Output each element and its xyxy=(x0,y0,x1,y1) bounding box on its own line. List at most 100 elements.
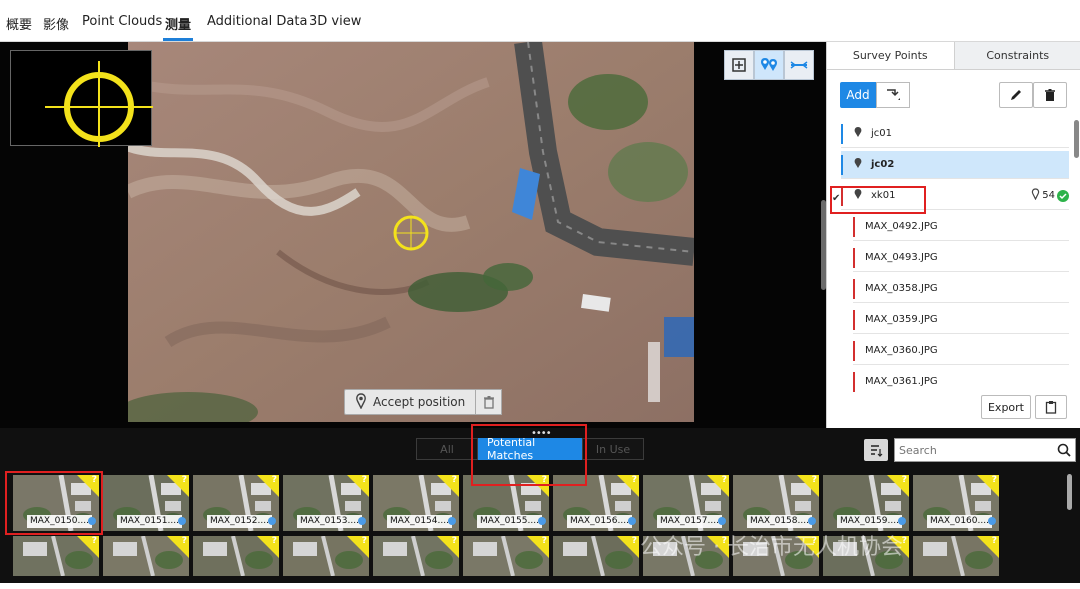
pin-icon xyxy=(718,517,726,525)
pencil-icon xyxy=(1011,90,1021,100)
search-icon[interactable] xyxy=(1053,443,1075,457)
filter-all-button[interactable]: All xyxy=(416,438,478,460)
sort-icon[interactable] xyxy=(864,439,888,461)
pin-icon xyxy=(898,517,906,525)
image-name: MAX_0493.JPG xyxy=(865,252,938,263)
question-mark-icon: ? xyxy=(721,475,727,485)
thumbnail-item[interactable]: ? MAX_0154.... xyxy=(373,475,459,531)
export-button[interactable]: Export xyxy=(981,395,1031,419)
clipboard-icon[interactable] xyxy=(1035,395,1067,419)
thumbnail-item[interactable]: ? MAX_0158.... xyxy=(733,475,819,531)
thumbnail-scrollbar[interactable] xyxy=(1067,474,1072,510)
question-mark-icon: ? xyxy=(991,475,997,485)
question-mark-icon: ? xyxy=(991,536,997,546)
accept-position-button[interactable]: Accept position xyxy=(344,389,477,415)
pin-icon xyxy=(853,157,863,172)
question-mark-icon: ? xyxy=(271,475,277,485)
thumbnail-item[interactable]: ? xyxy=(283,536,369,576)
search-input[interactable] xyxy=(895,439,1053,461)
question-mark-icon: ? xyxy=(631,475,637,485)
tab-additional-data[interactable]: Additional Data xyxy=(207,14,307,29)
view-toolbar xyxy=(724,50,814,80)
thumbnail-item[interactable]: ? xyxy=(463,536,549,576)
tab-measure[interactable]: 测量 xyxy=(165,14,191,33)
crosshair-target-icon xyxy=(45,61,153,147)
image-count-badge: 54 xyxy=(1031,188,1069,203)
question-mark-icon: ? xyxy=(271,536,277,546)
annotation-highlight-box xyxy=(5,471,103,535)
image-color-bar xyxy=(853,216,855,237)
question-mark-icon: ? xyxy=(901,475,907,485)
tab-survey-points[interactable]: Survey Points xyxy=(827,42,955,69)
tab-images[interactable]: 影像 xyxy=(43,14,69,33)
tab-overview[interactable]: 概要 xyxy=(6,14,32,33)
thumbnail-label: MAX_0151.... xyxy=(117,515,182,528)
thumbnail-label: MAX_0152.... xyxy=(207,515,272,528)
aerial-photo[interactable] xyxy=(128,42,694,422)
delete-point-button[interactable] xyxy=(1033,82,1067,108)
thumbnail-item[interactable]: ? xyxy=(553,536,639,576)
measure-icon[interactable] xyxy=(784,50,814,80)
multi-pin-icon[interactable] xyxy=(754,50,784,80)
filter-in-use-button[interactable]: In Use xyxy=(582,438,644,460)
thumbnail-item[interactable]: ? MAX_0152.... xyxy=(193,475,279,531)
thumbnail-item[interactable]: ? xyxy=(103,536,189,576)
list-item-image[interactable]: MAX_0358.JPG xyxy=(853,275,1069,303)
thumbnail-item[interactable]: ? xyxy=(193,536,279,576)
trash-icon[interactable] xyxy=(476,389,503,415)
point-color-bar xyxy=(841,123,843,144)
thumbnail-item[interactable]: ? MAX_0160.... xyxy=(913,475,999,531)
watermark-text: 公众号 · 长治市无人机协会 xyxy=(640,535,903,560)
thumbnail-item[interactable]: ? MAX_0157.... xyxy=(643,475,729,531)
list-item-image[interactable]: MAX_0492.JPG xyxy=(853,213,1069,241)
image-name: MAX_0359.JPG xyxy=(865,314,938,325)
image-color-bar xyxy=(853,247,855,268)
thumbnail-item[interactable]: ? MAX_0159.... xyxy=(823,475,909,531)
list-item-image[interactable]: MAX_0359.JPG xyxy=(853,306,1069,334)
list-item-image[interactable]: MAX_0360.JPG xyxy=(853,337,1069,365)
pin-icon xyxy=(358,517,366,525)
survey-point-list: jc01 jc02 xk01 54 MAX_0492.JPG MAX_0493.… xyxy=(827,118,1075,394)
active-tab-indicator xyxy=(163,38,193,41)
survey-points-panel: Survey Points Constraints Add jc01 jc02 … xyxy=(826,42,1080,428)
accept-position-group: Accept position xyxy=(344,389,503,415)
check-icon xyxy=(1057,189,1069,202)
accept-position-label: Accept position xyxy=(373,395,466,409)
image-name: MAX_0361.JPG xyxy=(865,376,938,387)
edit-point-button[interactable] xyxy=(999,82,1033,108)
list-item-jc02[interactable]: jc02 xyxy=(841,151,1069,179)
point-list-scrollbar[interactable] xyxy=(1074,120,1079,158)
zoom-extent-icon[interactable] xyxy=(724,50,754,80)
thumbnail-label: MAX_0156.... xyxy=(567,515,632,528)
check-mark-icon: ✔ xyxy=(832,193,841,204)
list-item-image[interactable]: MAX_0361.JPG xyxy=(853,368,1069,394)
pin-icon xyxy=(988,517,996,525)
question-mark-icon: ? xyxy=(181,475,187,485)
thumbnail-label: MAX_0159.... xyxy=(837,515,902,528)
thumbnail-item[interactable]: ? MAX_0153.... xyxy=(283,475,369,531)
thumbnail-label: MAX_0154.... xyxy=(387,515,452,528)
thumbnail-item[interactable]: ? xyxy=(13,536,99,576)
search-field xyxy=(894,438,1076,462)
list-item-image[interactable]: MAX_0493.JPG xyxy=(853,244,1069,272)
thumbnail-item[interactable]: ? xyxy=(373,536,459,576)
thumbnail-label: MAX_0157.... xyxy=(657,515,722,528)
add-from-menu-button[interactable] xyxy=(876,82,910,108)
add-point-button[interactable]: Add xyxy=(840,82,876,108)
image-color-bar xyxy=(853,340,855,361)
pin-outline-icon xyxy=(1031,188,1040,203)
pointer-arrow-icon xyxy=(887,89,900,100)
thumbnail-label: MAX_0155.... xyxy=(477,515,542,528)
list-item-jc01[interactable]: jc01 xyxy=(841,120,1069,148)
image-viewer[interactable]: Accept position xyxy=(0,42,826,428)
thumbnail-label: MAX_0153.... xyxy=(297,515,362,528)
thumbnail-item[interactable]: ? xyxy=(913,536,999,576)
tab-constraints[interactable]: Constraints xyxy=(954,42,1080,69)
question-mark-icon: ? xyxy=(361,475,367,485)
image-color-bar xyxy=(853,278,855,299)
aerial-photo-image xyxy=(128,42,694,422)
tab-3d-view[interactable]: 3D view xyxy=(309,14,361,29)
tab-point-clouds[interactable]: Point Clouds xyxy=(82,14,162,29)
question-mark-icon: ? xyxy=(181,536,187,546)
thumbnail-item[interactable]: ? MAX_0151.... xyxy=(103,475,189,531)
